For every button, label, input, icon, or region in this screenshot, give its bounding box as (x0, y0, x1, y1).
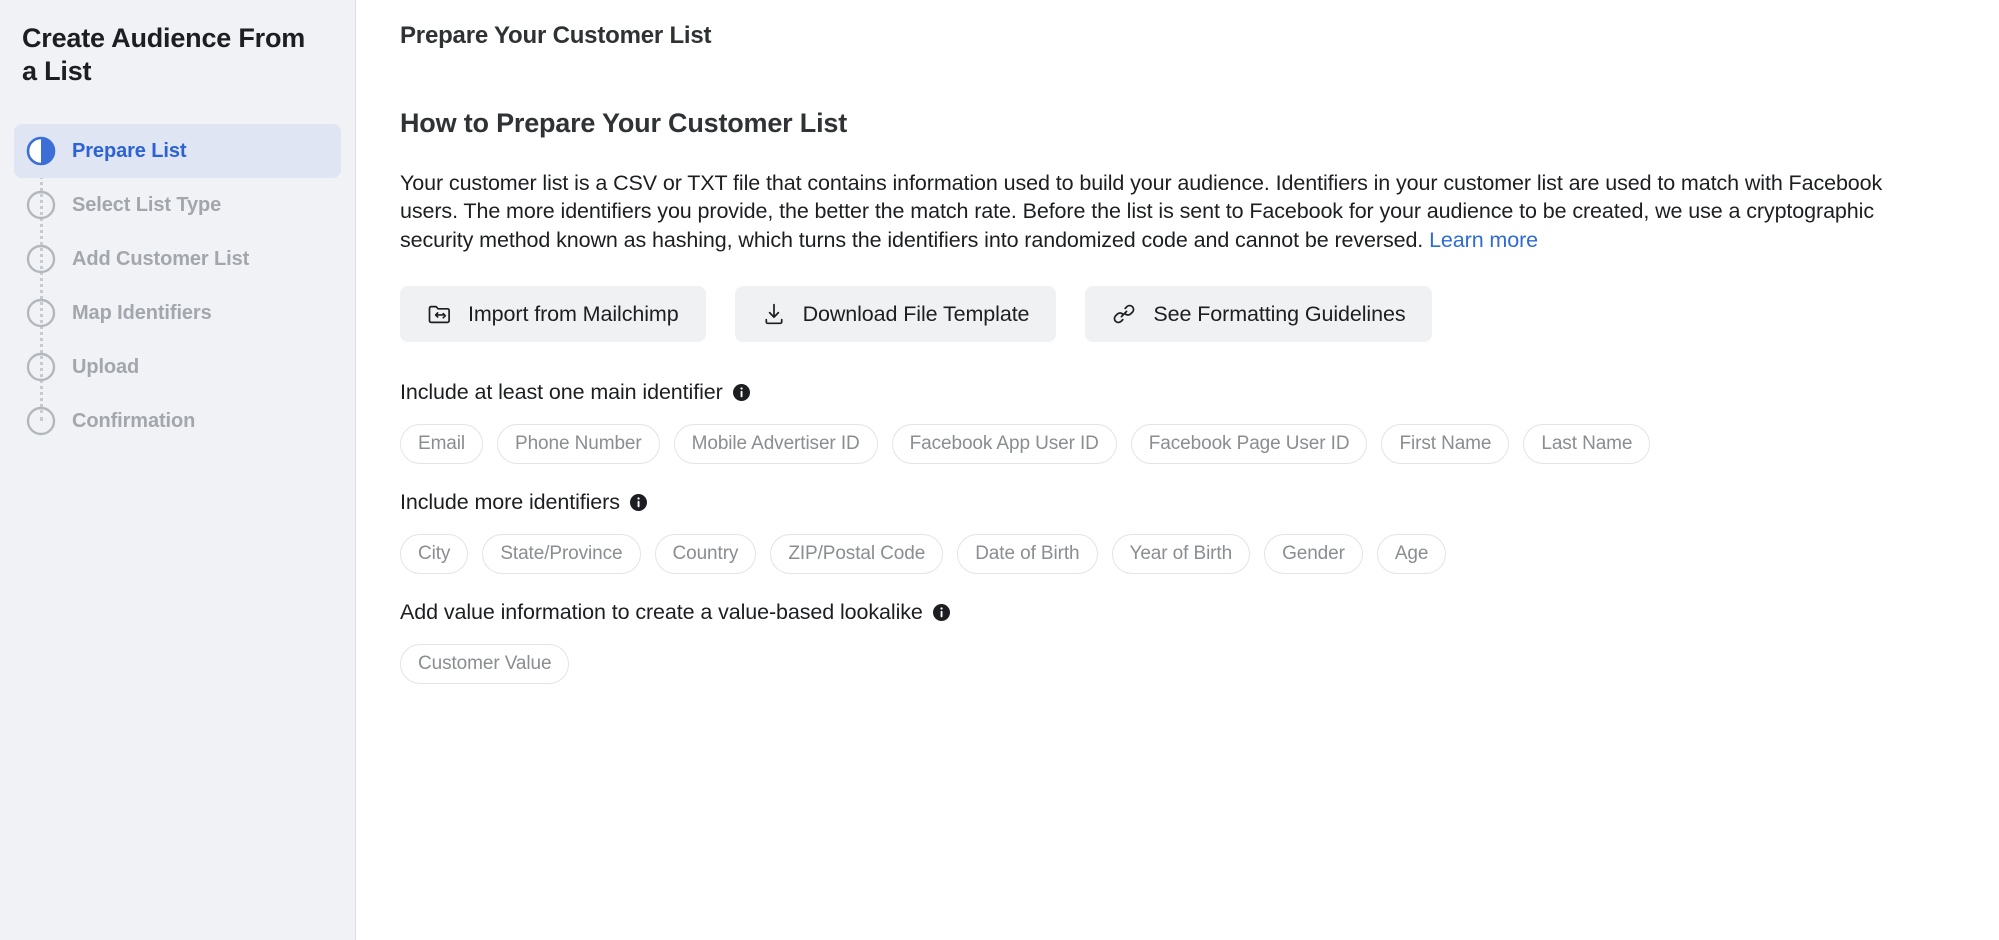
sidebar-step-select-list-type[interactable]: Select List Type (14, 178, 341, 232)
identifier-chip[interactable]: First Name (1381, 424, 1509, 464)
group-label: Include at least one main identifier (400, 380, 1955, 405)
identifier-chip[interactable]: Facebook App User ID (892, 424, 1117, 464)
sidebar-step-label: Upload (72, 356, 139, 379)
step-list: Prepare List Select List Type Add Customer… (0, 124, 355, 448)
identifier-chip[interactable]: Year of Birth (1112, 534, 1251, 574)
identifier-chip[interactable]: Facebook Page User ID (1131, 424, 1368, 464)
learn-more-link[interactable]: Learn more (1429, 228, 1538, 252)
empty-circle-icon (26, 298, 56, 328)
content-body: How to Prepare Your Customer List Your c… (356, 108, 1999, 684)
identifier-group: Include at least one main identifier Emai… (400, 380, 1955, 464)
info-circle-icon (933, 604, 950, 621)
intro-paragraph: Your customer list is a CSV or TXT file … (400, 169, 1915, 254)
sidebar-step-label: Select List Type (72, 194, 221, 217)
sidebar-step-label: Map Identifiers (72, 302, 212, 325)
section-heading: How to Prepare Your Customer List (400, 108, 1955, 139)
chip-list: Customer Value (400, 644, 1955, 684)
info-icon-wrapper[interactable] (933, 604, 950, 621)
sidebar-step-confirmation[interactable]: Confirmation (14, 394, 341, 448)
action-button-row: Import from Mailchimp Download File Templ… (400, 286, 1955, 342)
sidebar-step-label: Prepare List (72, 140, 186, 163)
identifier-group: Add value information to create a value-… (400, 600, 1955, 684)
group-label: Add value information to create a value-… (400, 600, 1955, 625)
identifier-chip[interactable]: City (400, 534, 468, 574)
chip-list: Email Phone Number Mobile Advertiser ID Fac… (400, 424, 1955, 464)
identifier-chip[interactable]: Customer Value (400, 644, 569, 684)
download-file-template-button[interactable]: Download File Template (735, 286, 1057, 342)
info-icon-wrapper[interactable] (630, 494, 647, 511)
identifier-chip[interactable]: Country (655, 534, 757, 574)
identifier-group: Include more identifiers City State/Provin… (400, 490, 1955, 574)
folder-transfer-icon (427, 302, 451, 326)
identifier-chip[interactable]: Gender (1264, 534, 1363, 574)
identifier-chip[interactable]: Mobile Advertiser ID (674, 424, 878, 464)
empty-circle-icon (26, 352, 56, 382)
info-icon-wrapper[interactable] (733, 384, 750, 401)
identifier-chip[interactable]: Date of Birth (957, 534, 1097, 574)
sidebar-step-prepare-list[interactable]: Prepare List (14, 124, 341, 178)
identifier-chip[interactable]: Phone Number (497, 424, 660, 464)
identifier-chip[interactable]: Email (400, 424, 483, 464)
group-label-text: Include at least one main identifier (400, 380, 723, 405)
identifier-chip[interactable]: Age (1377, 534, 1447, 574)
sidebar-step-label: Add Customer List (72, 248, 249, 271)
empty-circle-icon (26, 244, 56, 274)
sidebar-step-map-identifiers[interactable]: Map Identifiers (14, 286, 341, 340)
sidebar-step-label: Confirmation (72, 410, 195, 433)
link-chain-icon (1112, 302, 1136, 326)
empty-circle-icon (26, 406, 56, 436)
button-label: Download File Template (803, 302, 1030, 327)
info-circle-icon (630, 494, 647, 511)
download-icon (762, 302, 786, 326)
chip-list: City State/Province Country ZIP/Postal Code… (400, 534, 1955, 574)
intro-text: Your customer list is a CSV or TXT file … (400, 171, 1882, 252)
identifier-chip[interactable]: State/Province (482, 534, 640, 574)
info-circle-icon (733, 384, 750, 401)
group-label: Include more identifiers (400, 490, 1955, 515)
sidebar-step-add-customer-list[interactable]: Add Customer List (14, 232, 341, 286)
half-filled-circle-icon (26, 136, 56, 166)
see-formatting-guidelines-button[interactable]: See Formatting Guidelines (1085, 286, 1432, 342)
sidebar-step-upload[interactable]: Upload (14, 340, 341, 394)
identifier-chip[interactable]: ZIP/Postal Code (770, 534, 943, 574)
button-label: See Formatting Guidelines (1153, 302, 1405, 327)
group-label-text: Add value information to create a value-… (400, 600, 923, 625)
create-audience-page: Create Audience From a List Prepare List… (0, 0, 1999, 940)
empty-circle-icon (26, 190, 56, 220)
sidebar: Create Audience From a List Prepare List… (0, 0, 356, 940)
identifier-groups: Include at least one main identifier Emai… (400, 380, 1955, 684)
group-label-text: Include more identifiers (400, 490, 620, 515)
sidebar-title: Create Audience From a List (0, 22, 355, 88)
button-label: Import from Mailchimp (468, 302, 679, 327)
page-title: Prepare Your Customer List (356, 22, 1999, 50)
main-content: Prepare Your Customer List How to Prepar… (356, 0, 1999, 940)
identifier-chip[interactable]: Last Name (1523, 424, 1650, 464)
import-from-mailchimp-button[interactable]: Import from Mailchimp (400, 286, 706, 342)
